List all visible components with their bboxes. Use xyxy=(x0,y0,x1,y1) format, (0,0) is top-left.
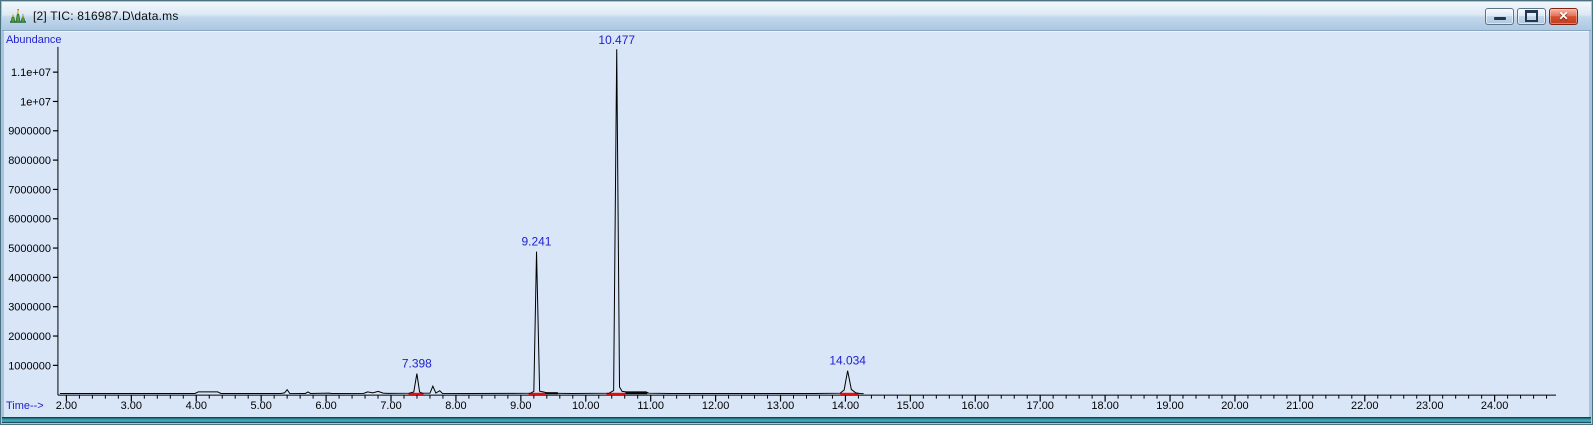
x-tick-label: 15.00 xyxy=(897,400,924,412)
y-tick-label: 2000000 xyxy=(8,331,51,343)
x-tick-label: 23.00 xyxy=(1416,400,1443,412)
minimize-icon xyxy=(1493,16,1506,20)
y-tick-label: 5000000 xyxy=(8,243,51,255)
x-tick-label: 21.00 xyxy=(1286,400,1313,412)
window-controls: ✕ xyxy=(1485,7,1578,25)
peak-label: 7.398 xyxy=(402,357,432,371)
window-bottom-border xyxy=(2,417,1591,423)
y-axis-title: Abundance xyxy=(6,34,62,46)
x-tick-label: 16.00 xyxy=(962,400,989,412)
x-axis-title: Time--> xyxy=(6,400,44,412)
peak-label: 14.034 xyxy=(829,354,866,368)
y-tick-label: 4000000 xyxy=(8,272,51,284)
x-tick-label: 6.00 xyxy=(315,400,336,412)
minimize-button[interactable] xyxy=(1485,7,1514,25)
title-bar[interactable]: [2] TIC: 816987.D\data.ms ✕ xyxy=(2,2,1591,31)
restore-icon xyxy=(1525,10,1538,22)
x-tick-label: 11.00 xyxy=(637,400,664,412)
close-icon: ✕ xyxy=(1558,9,1569,23)
x-tick-label: 10.00 xyxy=(572,400,599,412)
x-tick-label: 4.00 xyxy=(186,400,207,412)
x-tick-label: 14.00 xyxy=(832,400,859,412)
x-tick-label: 9.00 xyxy=(510,400,531,412)
tic-window: [2] TIC: 816987.D\data.ms ✕ 2.00 3.00 4.00… xyxy=(0,0,1593,425)
x-tick-label: 12.00 xyxy=(702,400,729,412)
restore-button[interactable] xyxy=(1517,7,1546,25)
x-tick-label: 5.00 xyxy=(250,400,271,412)
y-tick-label: 7000000 xyxy=(8,184,51,196)
x-tick-label: 2.00 xyxy=(56,400,77,412)
x-tick-label: 8.00 xyxy=(445,400,466,412)
chromatogram-icon xyxy=(9,8,27,24)
y-tick-label: 8000000 xyxy=(8,155,51,167)
x-tick-label: 7.00 xyxy=(380,400,401,412)
y-tick-label: 1.1e+07 xyxy=(11,67,51,79)
peak-label: 9.241 xyxy=(522,235,552,249)
close-button[interactable]: ✕ xyxy=(1549,7,1578,25)
x-tick-label: 19.00 xyxy=(1156,400,1183,412)
tic-trace xyxy=(59,49,864,395)
x-tick-label: 24.00 xyxy=(1481,400,1508,412)
chart-area: 2.00 3.00 4.00 5.00 6.00 7.00 8.00 9.00 10.00 11.… xyxy=(4,31,1589,417)
y-tick-label: 1e+07 xyxy=(20,96,51,108)
x-tick-label: 20.00 xyxy=(1221,400,1248,412)
x-tick-label: 17.00 xyxy=(1026,400,1053,412)
y-tick-label: 3000000 xyxy=(8,302,51,314)
window-title: [2] TIC: 816987.D\data.ms xyxy=(33,9,179,23)
y-tick-label: 1000000 xyxy=(8,360,51,372)
x-tick-label: 3.00 xyxy=(121,400,142,412)
tic-chromatogram: 2.00 3.00 4.00 5.00 6.00 7.00 8.00 9.00 10.00 11.… xyxy=(6,33,1557,412)
y-tick-label: 9000000 xyxy=(8,126,51,138)
x-tick-label: 18.00 xyxy=(1091,400,1118,412)
y-tick-label: 6000000 xyxy=(8,214,51,226)
baseline-segment xyxy=(625,392,648,395)
x-tick-label: 22.00 xyxy=(1351,400,1378,412)
x-tick-label: 13.00 xyxy=(767,400,794,412)
peak-label: 10.477 xyxy=(598,33,635,47)
